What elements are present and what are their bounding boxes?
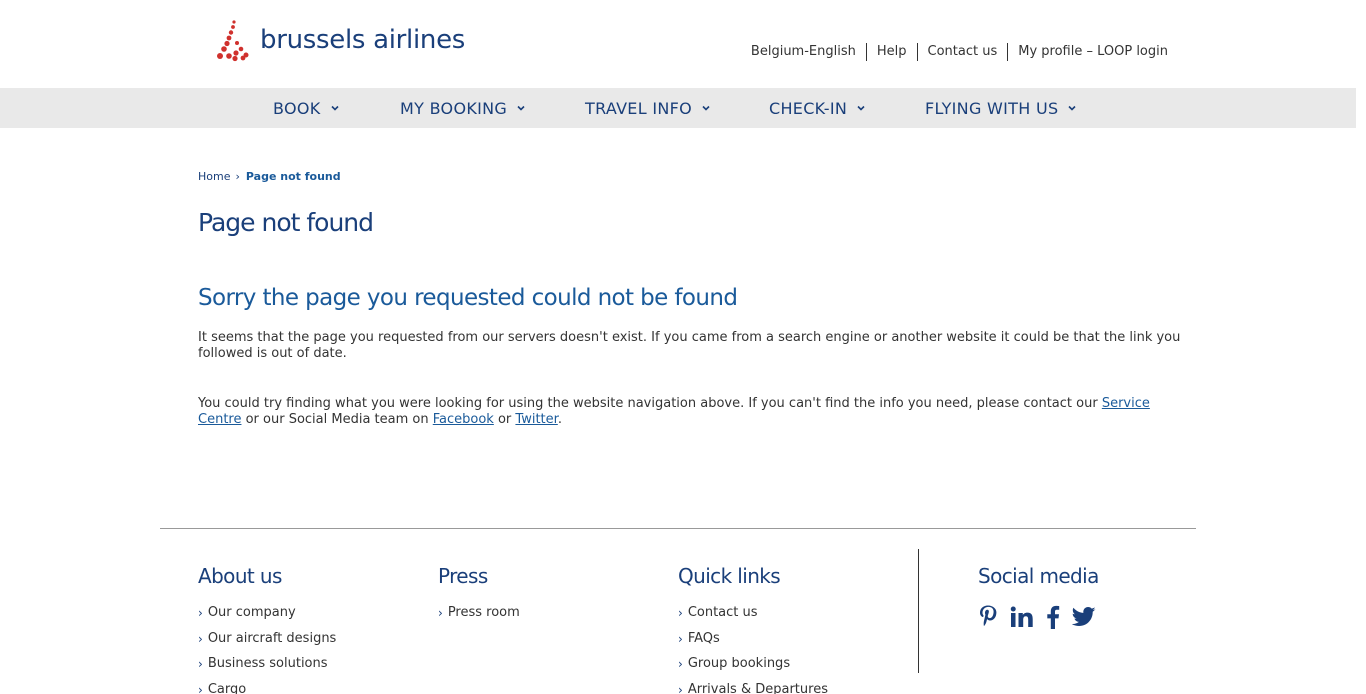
page-title: Page not found <box>198 208 374 237</box>
footer-link-label[interactable]: Press room <box>448 604 520 622</box>
chevron-right-icon: › <box>198 606 203 620</box>
chevron-right-icon: › <box>678 631 683 646</box>
footer-col-social: Social media <box>978 562 1108 634</box>
util-link-language[interactable]: Belgium-English <box>741 43 866 61</box>
nav-item-label: TRAVEL INFO <box>585 98 693 118</box>
twitter-link[interactable]: Twitter <box>515 412 557 427</box>
help-text: or <box>493 412 516 427</box>
footer-col-press: Press › Press room <box>438 562 520 630</box>
chevron-right-icon: › <box>438 606 443 620</box>
nav-item-check-in[interactable]: CHECK-IN <box>769 88 866 128</box>
footer-link-label[interactable]: Our company <box>208 604 296 622</box>
logo-text: brussels airlines <box>260 25 466 55</box>
chevron-down-icon <box>1068 105 1077 111</box>
footer-col-quick-links: Quick links › Contact us › FAQs › Group boo… <box>678 562 828 694</box>
error-description: It seems that the page you requested fro… <box>198 330 1181 361</box>
util-link-profile[interactable]: My profile – LOOP login <box>1008 43 1168 61</box>
footer-link-label[interactable]: Contact us <box>688 604 758 622</box>
breadcrumb-current: Page not found <box>245 170 341 183</box>
chevron-down-icon <box>331 105 339 111</box>
footer-heading-social: Social media <box>978 564 1099 588</box>
utility-nav: Belgium-English Help Contact us My profi… <box>741 43 1168 61</box>
main-nav: BOOK MY BOOKING TRAVEL INFO CHECK-IN FLY… <box>0 88 1356 128</box>
util-link-contact[interactable]: Contact us <box>918 43 1008 61</box>
chevron-right-icon: › <box>235 170 240 183</box>
help-text: You could try finding what you were look… <box>198 396 1102 411</box>
twitter-icon[interactable] <box>1071 607 1096 631</box>
top-header: brussels airlines Belgium-English Help C… <box>0 0 1366 88</box>
breadcrumb-home[interactable]: Home <box>198 170 230 183</box>
footer-col-about: About us › Our company › Our aircraft desi… <box>198 562 336 694</box>
footer-link-business-solutions[interactable]: › Business solutions <box>198 655 336 681</box>
footer-divider <box>160 528 1196 529</box>
footer-link-aircraft-designs[interactable]: › Our aircraft designs <box>198 630 336 656</box>
footer-link-cargo[interactable]: › Cargo <box>198 681 336 694</box>
nav-item-travel-info[interactable]: TRAVEL INFO <box>585 88 711 128</box>
nav-item-label: CHECK-IN <box>769 98 848 118</box>
nav-item-label: FLYING WITH US <box>925 98 1059 118</box>
facebook-icon[interactable] <box>1046 605 1060 633</box>
footer-link-press-room[interactable]: › Press room <box>438 604 520 630</box>
footer-link-group-bookings[interactable]: › Group bookings <box>678 655 828 681</box>
chevron-right-icon: › <box>678 606 683 620</box>
footer-link-label[interactable]: FAQs <box>688 630 720 648</box>
brussels-airlines-logo[interactable]: brussels airlines <box>216 18 465 62</box>
chevron-right-icon: › <box>678 657 683 672</box>
social-icons <box>978 604 1108 634</box>
nav-item-label: BOOK <box>273 98 321 118</box>
help-paragraph: You could try finding what you were look… <box>198 396 1188 428</box>
help-text: . <box>557 412 562 427</box>
breadcrumb: Home › Page not found <box>198 170 341 183</box>
facebook-link[interactable]: Facebook <box>433 412 494 427</box>
nav-item-flying-with-us[interactable]: FLYING WITH US <box>925 88 1077 128</box>
footer-heading-quick-links: Quick links <box>678 564 781 588</box>
error-heading: Sorry the page you requested could not b… <box>198 285 738 311</box>
help-text: or our Social Media team on <box>241 412 433 427</box>
linkedin-icon[interactable] <box>1010 606 1034 632</box>
footer-link-arrivals-departures[interactable]: › Arrivals & Departures <box>678 681 828 694</box>
util-link-help[interactable]: Help <box>867 43 917 61</box>
chevron-down-icon <box>517 105 525 111</box>
footer-heading-press: Press <box>438 564 488 588</box>
pinterest-icon[interactable] <box>978 604 998 634</box>
chevron-down-icon <box>702 105 710 111</box>
logo-dots-icon <box>217 20 249 62</box>
footer-vertical-divider <box>918 549 919 673</box>
chevron-right-icon: › <box>198 683 203 694</box>
footer-link-label[interactable]: Arrivals & Departures <box>688 681 828 694</box>
footer-link-label[interactable]: Our aircraft designs <box>208 630 337 648</box>
chevron-right-icon: › <box>198 657 203 672</box>
nav-item-book[interactable]: BOOK <box>273 88 340 128</box>
footer-link-faqs[interactable]: › FAQs <box>678 630 828 656</box>
chevron-down-icon <box>857 105 865 111</box>
chevron-right-icon: › <box>678 683 683 694</box>
footer-heading-about: About us <box>198 564 282 588</box>
footer-link-contact-us[interactable]: › Contact us <box>678 604 828 630</box>
footer-link-label[interactable]: Group bookings <box>688 655 790 673</box>
nav-item-my-booking[interactable]: MY BOOKING <box>400 88 526 128</box>
footer-link-label[interactable]: Business solutions <box>208 655 328 673</box>
nav-item-label: MY BOOKING <box>400 98 508 118</box>
footer-link-label[interactable]: Cargo <box>208 681 246 694</box>
footer-link-our-company[interactable]: › Our company <box>198 604 336 630</box>
chevron-right-icon: › <box>198 631 203 646</box>
